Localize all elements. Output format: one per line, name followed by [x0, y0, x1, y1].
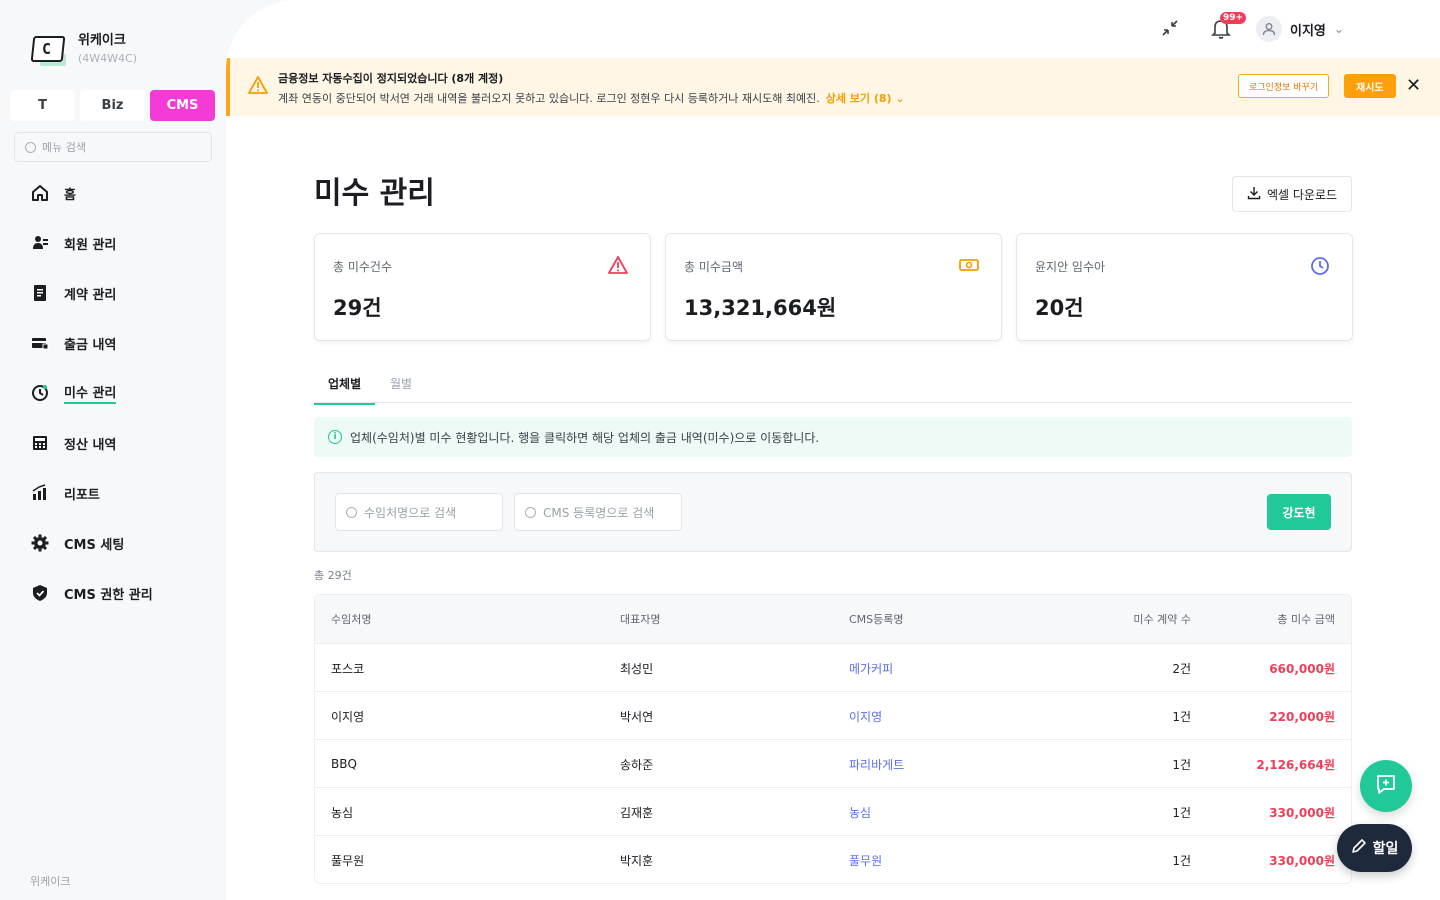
sidebar-item-withdrawals[interactable]: 출금 내역 [30, 318, 220, 368]
todo-fab-button[interactable]: 할일 [1337, 824, 1412, 872]
chat-plus-icon [1375, 773, 1397, 799]
receivables-table: 수임처명 대표자명 CMS등록명 미수 계약 수 총 미수 금액 포스코 최성민… [314, 594, 1352, 884]
sidebar-item-members[interactable]: 회원 관리 [30, 218, 220, 268]
sidebar-item-contracts[interactable]: 계약 관리 [30, 268, 220, 318]
member-icon [30, 233, 50, 253]
alert-description: 계좌 연동이 중단되어 박서연 거래 내역을 불러오지 못하고 있습니다. 로그… [278, 92, 905, 105]
contract-icon [30, 283, 50, 303]
sidebar: C 위케이크 (4W4W4C) T Biz CMS 메뉴 검색 홈 회원 관리 … [0, 0, 226, 900]
cms-name-link[interactable]: 파리바게트 [849, 740, 904, 788]
sidebar-item-receivables[interactable]: 미수 관리 [30, 368, 220, 418]
gear-icon [30, 533, 50, 553]
menu-search-input[interactable]: 메뉴 검색 [14, 132, 212, 162]
brand-code: (4W4W4C) [78, 52, 138, 65]
search-icon [25, 141, 36, 153]
chat-fab-button[interactable] [1360, 760, 1412, 812]
sidebar-item-reports[interactable]: 리포트 [30, 468, 220, 518]
avatar [1256, 16, 1282, 42]
pencil-icon [1351, 838, 1367, 858]
table-header: 수임처명 대표자명 CMS등록명 미수 계약 수 총 미수 금액 [315, 595, 1351, 643]
user-menu[interactable]: 이지영 ⌄ [1256, 16, 1344, 42]
filter-panel: 수임처명으로 검색 CMS 등록명으로 검색 강도현 [314, 472, 1352, 552]
summary-card-amount: 총 미수금액 13,321,664원 [665, 233, 1002, 341]
sidebar-item-cms-settings[interactable]: CMS 세팅 [30, 518, 220, 568]
col-representative[interactable]: 대표자명 [620, 595, 660, 643]
page-title: 미수 관리 [314, 176, 435, 211]
chevron-down-icon: ⌄ [1333, 22, 1344, 36]
sidebar-footer: 위케이크 [30, 875, 71, 888]
chart-icon [30, 483, 50, 503]
collapse-icon[interactable] [1160, 18, 1180, 42]
clock-icon [30, 383, 50, 403]
sidebar-nav: 홈 회원 관리 계약 관리 출금 내역 미수 관리 정산 내역 리포트 CMS [30, 168, 220, 618]
warning-icon [248, 76, 268, 98]
brand-name: 위케이크 [78, 33, 126, 48]
brand[interactable]: C 위케이크 (4W4W4C) [30, 32, 137, 68]
cms-name-link[interactable]: 풀무원 [849, 836, 882, 883]
retry-button[interactable]: 재시도 [1344, 74, 1396, 98]
chevron-down-icon: ⌄ [895, 92, 905, 105]
summary-card-overdue: 윤지안 임수아 20건 [1016, 233, 1353, 341]
alert-title: 금융정보 자동수집이 정지되었습니다 (8개 계정) [278, 72, 504, 85]
tab-by-month[interactable]: 월별 [390, 375, 412, 392]
shield-icon [30, 583, 50, 603]
notification-badge: 99+ [1220, 12, 1247, 24]
cms-name-link[interactable]: 농심 [849, 788, 871, 836]
change-login-button[interactable]: 로그인정보 바꾸기 [1238, 74, 1330, 98]
close-icon[interactable]: ✕ [1406, 77, 1421, 95]
main-content: 금융정보 자동수집이 정지되었습니다 (8개 계정) 계좌 연동이 중단되어 박… [226, 0, 1440, 900]
money-icon [959, 256, 979, 278]
search-button[interactable]: 강도현 [1267, 494, 1331, 530]
cms-search-input[interactable]: CMS 등록명으로 검색 [514, 493, 682, 531]
menu-search-placeholder: 메뉴 검색 [42, 141, 86, 154]
total-count: 총 29건 [314, 569, 352, 582]
mode-tab-biz[interactable]: Biz [80, 90, 145, 121]
search-icon [525, 506, 536, 518]
user-name: 이지영 [1290, 23, 1326, 39]
table-row[interactable]: 농심 김재훈 농심 1건 330,000원 [315, 787, 1351, 835]
summary-cards: 총 미수건수 29건 총 미수금액 13,321,664원 윤지안 임수아 20… [314, 233, 1353, 341]
search-icon [346, 506, 357, 518]
calculator-icon [30, 433, 50, 453]
col-cms-name[interactable]: CMS등록명 [849, 595, 904, 643]
mode-tab-t[interactable]: T [10, 90, 75, 121]
cms-name-link[interactable]: 메가커피 [849, 644, 893, 692]
alert-more-link[interactable]: 상세 보기 (8) ⌄ [826, 92, 905, 105]
alert-triangle-icon [608, 256, 628, 278]
excel-download-button[interactable]: 엑셀 다운로드 [1232, 176, 1352, 212]
col-total-amount[interactable]: 총 미수 금액 [1277, 595, 1335, 643]
col-contract-count[interactable]: 미수 계약 수 [1095, 595, 1191, 643]
table-row[interactable]: BBQ 송하준 파리바게트 1건 2,126,664원 [315, 739, 1351, 787]
sidebar-item-cms-permissions[interactable]: CMS 권한 관리 [30, 568, 220, 618]
sync-alert-banner: 금융정보 자동수집이 정지되었습니다 (8개 계정) 계좌 연동이 중단되어 박… [226, 58, 1440, 116]
cms-name-link[interactable]: 이지영 [849, 692, 882, 740]
clock-icon [1310, 256, 1330, 280]
view-tabs: 업체별 월별 [314, 365, 1352, 405]
col-client[interactable]: 수임처명 [331, 595, 371, 643]
card-icon [30, 333, 50, 353]
sidebar-item-settlements[interactable]: 정산 내역 [30, 418, 220, 468]
mode-tab-cms[interactable]: CMS [150, 90, 215, 121]
brand-logo-icon: C [30, 32, 66, 66]
tab-by-company[interactable]: 업체별 [314, 375, 376, 405]
download-icon [1247, 186, 1261, 203]
home-icon [30, 183, 50, 203]
table-row[interactable]: 포스코 최성민 메가커피 2건 660,000원 [315, 643, 1351, 691]
info-icon: i [328, 430, 342, 444]
sidebar-item-home[interactable]: 홈 [30, 168, 220, 218]
table-row[interactable]: 이지영 박서연 이지영 1건 220,000원 [315, 691, 1351, 739]
client-search-input[interactable]: 수임처명으로 검색 [335, 493, 503, 531]
info-notice: i 업체(수임처)별 미수 현황입니다. 행을 클릭하면 해당 업체의 출금 내… [314, 417, 1352, 457]
table-row[interactable]: 풀무원 박지훈 풀무원 1건 330,000원 [315, 835, 1351, 883]
mode-tabs: T Biz CMS [10, 90, 215, 121]
summary-card-count: 총 미수건수 29건 [314, 233, 651, 341]
